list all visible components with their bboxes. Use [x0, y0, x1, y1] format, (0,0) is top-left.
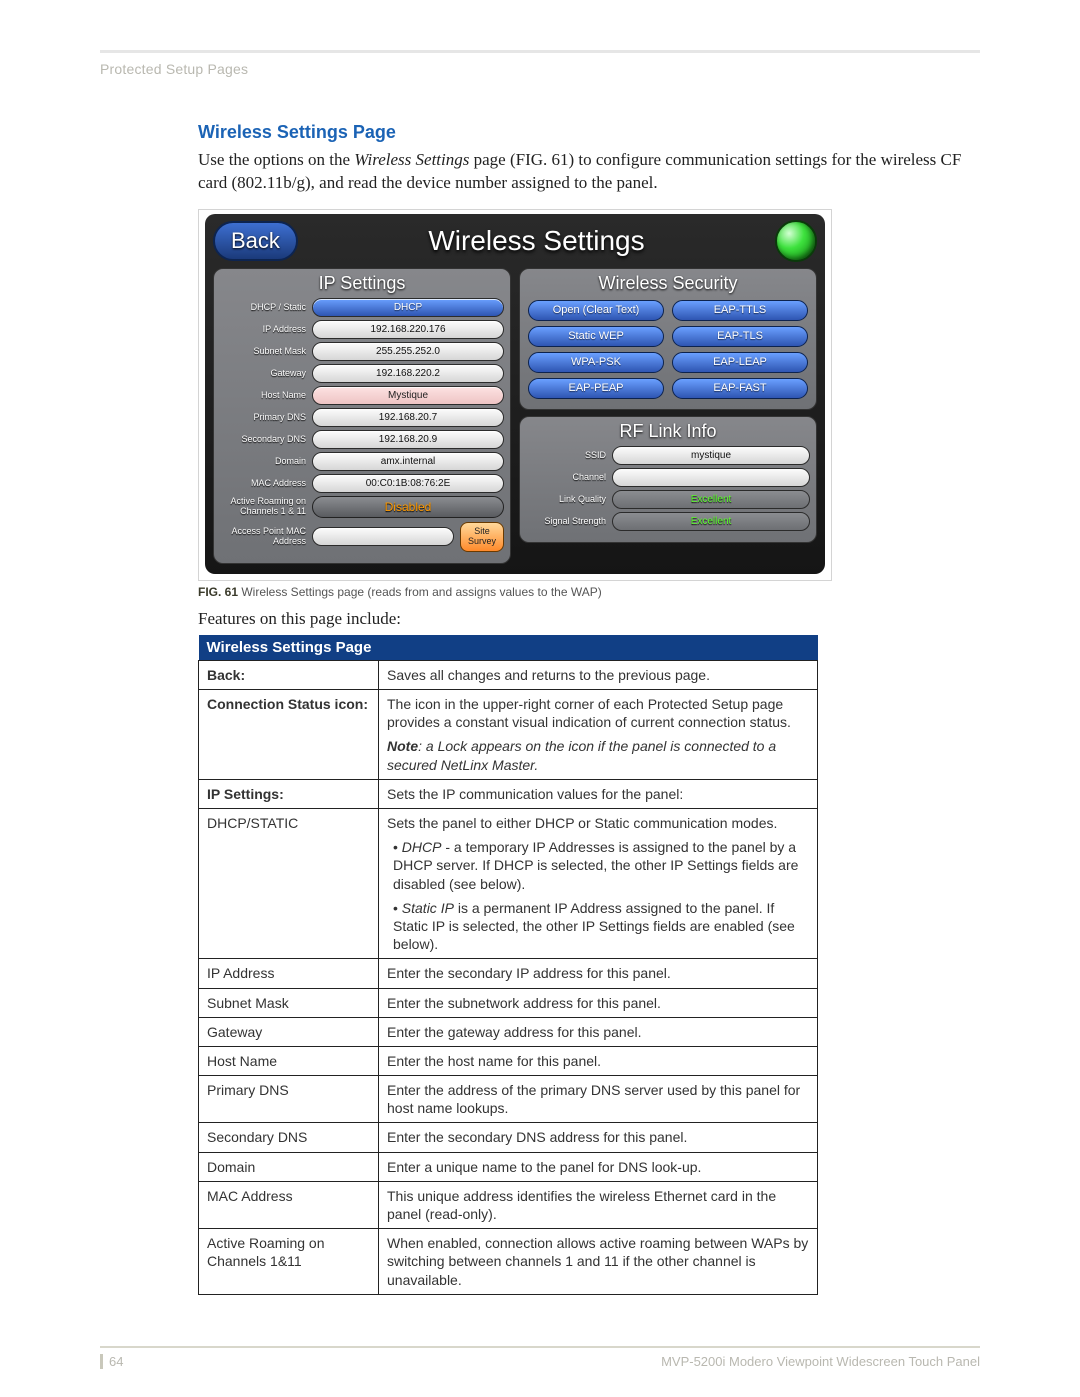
roam-value[interactable]: Disabled — [312, 496, 504, 518]
gateway-value[interactable]: 192.168.220.2 — [312, 364, 504, 383]
table-row-label: IP Address — [199, 959, 379, 988]
table-row-desc: This unique address identifies the wirel… — [379, 1181, 818, 1228]
rf-link-group: RF Link Info SSID mystique Channel Link Q… — [519, 416, 817, 543]
sdns-value[interactable]: 192.168.20.9 — [312, 430, 504, 449]
gateway-label: Gateway — [220, 368, 306, 378]
sec-eap-tls[interactable]: EAP-TLS — [672, 326, 808, 347]
figure-wrap: Back Wireless Settings IP Settings DHCP … — [198, 209, 832, 581]
table-row-desc: The icon in the upper-right corner of ea… — [379, 690, 818, 780]
table-row-desc: Enter the secondary IP address for this … — [379, 959, 818, 988]
sec-static-wep[interactable]: Static WEP — [528, 326, 664, 347]
table-row-label: Connection Status icon: — [199, 690, 379, 780]
table-row-label: Host Name — [199, 1046, 379, 1075]
sdns-label: Secondary DNS — [220, 434, 306, 444]
sec-eap-fast[interactable]: EAP-FAST — [672, 378, 808, 399]
sec-wpa-psk[interactable]: WPA-PSK — [528, 352, 664, 373]
table-row-desc: Sets the panel to either DHCP or Static … — [379, 809, 818, 959]
table-row-desc: Enter a unique name to the panel for DNS… — [379, 1152, 818, 1181]
ip-address-label: IP Address — [220, 324, 306, 334]
link-quality-label: Link Quality — [526, 494, 606, 504]
panel-title: Wireless Settings — [308, 225, 765, 257]
table-row-label: Domain — [199, 1152, 379, 1181]
domain-value[interactable]: amx.internal — [312, 452, 504, 471]
ip-address-value[interactable]: 192.168.220.176 — [312, 320, 504, 339]
table-row-label: Primary DNS — [199, 1076, 379, 1123]
ip-settings-group: IP Settings DHCP / Static DHCP IP Address… — [213, 268, 511, 564]
features-table: Wireless Settings Page Back:Saves all ch… — [198, 635, 818, 1295]
figure-number: FIG. 61 — [198, 585, 238, 599]
table-row-desc: Enter the host name for this panel. — [379, 1046, 818, 1075]
signal-strength-label: Signal Strength — [526, 516, 606, 526]
table-row-label: Subnet Mask — [199, 988, 379, 1017]
ap-mac-value — [312, 527, 454, 546]
table-row-desc: Saves all changes and returns to the pre… — [379, 660, 818, 689]
table-row-label: Gateway — [199, 1017, 379, 1046]
roam-label: Active Roaming on Channels 1 & 11 — [220, 497, 306, 516]
signal-strength-value: Excellent — [612, 512, 810, 531]
table-row-label: DHCP/STATIC — [199, 809, 379, 959]
ssid-label: SSID — [526, 450, 606, 460]
breadcrumb: Protected Setup Pages — [100, 61, 980, 77]
intro-ital: Wireless Settings — [354, 150, 469, 169]
mac-label: MAC Address — [220, 478, 306, 488]
table-title: Wireless Settings Page — [199, 635, 818, 661]
table-row-label: Active Roaming on Channels 1&11 — [199, 1229, 379, 1295]
channel-value — [612, 468, 810, 487]
sec-eap-peap[interactable]: EAP-PEAP — [528, 378, 664, 399]
pdns-value[interactable]: 192.168.20.7 — [312, 408, 504, 427]
hostname-value[interactable]: Mystique — [312, 386, 504, 405]
table-row-label: Secondary DNS — [199, 1123, 379, 1152]
table-row-desc: Enter the subnetwork address for this pa… — [379, 988, 818, 1017]
subnet-value[interactable]: 255.255.252.0 — [312, 342, 504, 361]
sec-eap-leap[interactable]: EAP-LEAP — [672, 352, 808, 373]
table-row-label: Back: — [199, 660, 379, 689]
link-quality-value: Excellent — [612, 490, 810, 509]
page-footer: 64 MVP-5200i Modero Viewpoint Widescreen… — [100, 1346, 980, 1369]
intro-before: Use the options on the — [198, 150, 354, 169]
back-button[interactable]: Back — [213, 221, 298, 261]
pdns-label: Primary DNS — [220, 412, 306, 422]
sec-eap-ttls[interactable]: EAP-TTLS — [672, 300, 808, 321]
dhcp-static-label: DHCP / Static — [220, 302, 306, 312]
ap-mac-label: Access Point MAC Address — [220, 527, 306, 546]
site-survey-button[interactable]: Site Survey — [460, 522, 504, 552]
table-row-desc: When enabled, connection allows active r… — [379, 1229, 818, 1295]
doc-title: MVP-5200i Modero Viewpoint Widescreen To… — [661, 1354, 980, 1369]
table-row-label: MAC Address — [199, 1181, 379, 1228]
table-row-label: IP Settings: — [199, 779, 379, 808]
connection-status-icon — [775, 220, 817, 262]
table-row-desc: Enter the address of the primary DNS ser… — [379, 1076, 818, 1123]
figure-caption: FIG. 61 Wireless Settings page (reads fr… — [198, 585, 980, 599]
intro-paragraph: Use the options on the Wireless Settings… — [198, 149, 980, 195]
section-title: Wireless Settings Page — [198, 122, 980, 143]
ip-settings-title: IP Settings — [220, 273, 504, 294]
table-row-desc: Enter the gateway address for this panel… — [379, 1017, 818, 1046]
table-row-desc: Sets the IP communication values for the… — [379, 779, 818, 808]
rf-link-title: RF Link Info — [526, 421, 810, 442]
figure-text: Wireless Settings page (reads from and a… — [238, 585, 602, 599]
wireless-security-title: Wireless Security — [526, 273, 810, 294]
channel-label: Channel — [526, 472, 606, 482]
dhcp-static-value[interactable]: DHCP — [312, 298, 504, 317]
table-row-desc: Enter the secondary DNS address for this… — [379, 1123, 818, 1152]
mac-value: 00:C0:1B:08:76:2E — [312, 474, 504, 493]
wireless-settings-panel: Back Wireless Settings IP Settings DHCP … — [205, 214, 825, 574]
page-number: 64 — [100, 1354, 123, 1369]
subnet-label: Subnet Mask — [220, 346, 306, 356]
sec-open[interactable]: Open (Clear Text) — [528, 300, 664, 321]
hostname-label: Host Name — [220, 390, 306, 400]
features-intro: Features on this page include: — [198, 609, 980, 629]
domain-label: Domain — [220, 456, 306, 466]
ssid-value: mystique — [612, 446, 810, 465]
wireless-security-group: Wireless Security Open (Clear Text) EAP-… — [519, 268, 817, 410]
